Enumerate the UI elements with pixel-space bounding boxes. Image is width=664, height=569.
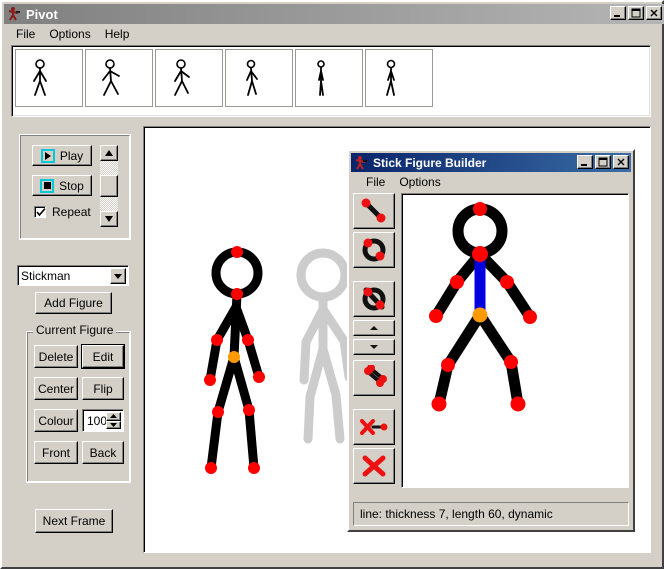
stickman-icon <box>353 155 369 171</box>
move-up-tool[interactable] <box>353 320 395 336</box>
builder-menu-file[interactable]: File <box>359 174 392 190</box>
edit-label: Edit <box>93 350 114 364</box>
builder-maximize-button[interactable] <box>595 155 611 169</box>
play-button[interactable]: Play <box>32 145 92 166</box>
builder-menu-options[interactable]: Options <box>392 174 447 190</box>
current-figure-group: Current Figure Delete Edit Center Flip C… <box>26 331 131 483</box>
checkbox-box <box>34 206 46 218</box>
colour-label: Colour <box>38 414 73 428</box>
menu-options[interactable]: Options <box>42 26 97 42</box>
back-button[interactable]: Back <box>82 441 124 464</box>
frame-thumbnail[interactable] <box>85 49 153 107</box>
maximize-button[interactable] <box>628 6 644 20</box>
duplicate-segment-tool[interactable] <box>353 360 395 396</box>
builder-menu-bar: File Options <box>351 173 631 191</box>
scroll-down-arrow[interactable] <box>100 211 118 227</box>
pivot-application: Pivot File Options Help <box>0 0 664 569</box>
builder-toolbar <box>353 193 397 488</box>
move-down-tool[interactable] <box>353 339 395 355</box>
builder-figure <box>402 194 626 485</box>
status-text: line: thickness 7, length 60, dynamic <box>360 507 553 521</box>
line-icon <box>360 198 388 224</box>
colour-button[interactable]: Colour <box>34 409 78 432</box>
main-menu-bar: File Options Help <box>4 25 664 43</box>
delete-button[interactable]: Delete <box>34 345 78 368</box>
builder-close-button[interactable] <box>613 155 629 169</box>
play-icon <box>41 149 55 163</box>
circle-slash-icon <box>360 286 388 312</box>
onion-skin-figure <box>301 253 349 439</box>
delete-segment-icon <box>359 417 389 437</box>
frame-thumbnail[interactable] <box>15 49 83 107</box>
figure-select-value: Stickman <box>18 269 70 283</box>
add-figure-button[interactable]: Add Figure <box>35 292 112 314</box>
chevron-down-icon[interactable] <box>110 268 126 284</box>
stick-figure-builder-window: Stick Figure Builder File Options <box>347 149 635 532</box>
minimize-button[interactable] <box>610 6 626 20</box>
stop-label: Stop <box>59 179 84 193</box>
scale-stepper[interactable]: 100 <box>82 409 124 432</box>
builder-window-buttons <box>577 155 629 169</box>
stepper-up-icon[interactable] <box>106 412 121 421</box>
delete-label: Delete <box>39 350 74 364</box>
repeat-label: Repeat <box>52 205 91 219</box>
playback-group: Play Stop Repeat <box>19 134 131 240</box>
frame-thumbnail[interactable] <box>155 49 223 107</box>
add-figure-label: Add Figure <box>44 296 103 310</box>
scroll-thumb[interactable] <box>100 175 118 197</box>
control-panel: Play Stop Repeat <box>11 126 137 553</box>
scale-value: 100 <box>83 414 107 428</box>
menu-help[interactable]: Help <box>98 26 137 42</box>
builder-minimize-button[interactable] <box>577 155 593 169</box>
center-button[interactable]: Center <box>34 377 78 400</box>
circle-icon <box>360 237 388 263</box>
frame-thumbnail[interactable] <box>225 49 293 107</box>
play-label: Play <box>60 149 83 163</box>
stepper-down-icon[interactable] <box>106 421 121 430</box>
stepper-buttons[interactable] <box>106 412 121 429</box>
builder-title-bar: Stick Figure Builder <box>351 153 631 172</box>
x-icon <box>361 454 387 478</box>
speed-scrollbar[interactable] <box>100 145 118 227</box>
stickman-icon <box>6 6 22 22</box>
front-button[interactable]: Front <box>34 441 78 464</box>
front-label: Front <box>42 446 70 460</box>
flip-label: Flip <box>93 382 112 396</box>
builder-status-bar: line: thickness 7, length 60, dynamic <box>353 502 629 526</box>
stop-button[interactable]: Stop <box>32 175 92 196</box>
main-title-text: Pivot <box>26 7 58 22</box>
main-window-buttons <box>610 6 662 20</box>
main-window: Pivot File Options Help <box>0 0 664 569</box>
edit-button[interactable]: Edit <box>82 345 124 368</box>
double-line-icon <box>360 365 388 391</box>
builder-title-text: Stick Figure Builder <box>373 156 486 170</box>
stop-icon <box>40 179 54 193</box>
frame-thumbnail[interactable] <box>365 49 433 107</box>
next-frame-label: Next Frame <box>43 514 106 528</box>
menu-file[interactable]: File <box>9 26 42 42</box>
add-line-tool[interactable] <box>353 193 395 229</box>
scroll-up-arrow[interactable] <box>100 145 118 161</box>
frames-strip[interactable] <box>11 45 651 117</box>
repeat-checkbox[interactable]: Repeat <box>34 205 91 219</box>
builder-canvas[interactable] <box>401 193 629 488</box>
flip-button[interactable]: Flip <box>82 377 124 400</box>
figure-select[interactable]: Stickman <box>17 265 129 286</box>
back-label: Back <box>90 446 117 460</box>
next-frame-button[interactable]: Next Frame <box>35 509 113 533</box>
frame-thumbnail[interactable] <box>295 49 363 107</box>
delete-segment-tool[interactable] <box>353 409 395 445</box>
delete-all-tool[interactable] <box>353 448 395 484</box>
add-circle-tool[interactable] <box>353 232 395 268</box>
current-figure-legend: Current Figure <box>33 324 116 336</box>
close-button[interactable] <box>646 6 662 20</box>
down-arrow-icon <box>369 344 379 350</box>
main-title-bar: Pivot <box>4 4 664 24</box>
up-arrow-icon <box>369 325 379 331</box>
center-label: Center <box>38 382 74 396</box>
toggle-static-tool[interactable] <box>353 281 395 317</box>
